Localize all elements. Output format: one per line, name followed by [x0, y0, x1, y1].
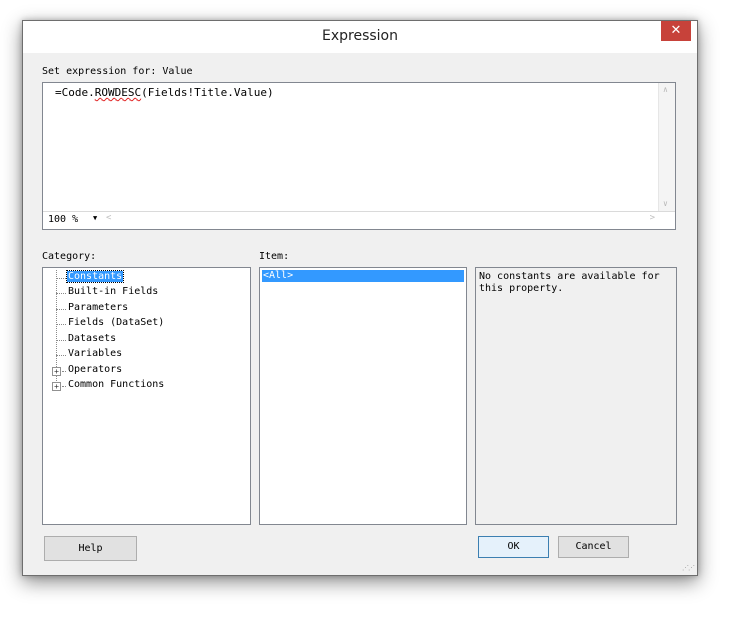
- description-panel: No constants are available for this prop…: [475, 267, 677, 525]
- expression-prefix: =Code.: [55, 86, 95, 99]
- expand-icon[interactable]: +: [52, 367, 61, 376]
- dialog-title: Expression: [322, 28, 398, 44]
- tree-item-variables[interactable]: Variables: [43, 347, 243, 362]
- expression-label: Set expression for: Value: [42, 66, 193, 77]
- cancel-button[interactable]: Cancel: [558, 536, 629, 558]
- tree-item-label: Built-in Fields: [68, 286, 159, 297]
- expand-icon[interactable]: +: [52, 382, 61, 391]
- description-text: No constants are available for this prop…: [479, 271, 660, 294]
- expression-flagged-token: ROWDESC: [94, 86, 142, 99]
- tree-item-common-functions[interactable]: + Common Functions: [43, 378, 243, 393]
- zoom-select[interactable]: 100 % ▼: [45, 213, 103, 227]
- item-list[interactable]: <All>: [259, 267, 467, 525]
- tree-item-parameters[interactable]: Parameters: [43, 301, 243, 316]
- resize-grip-icon[interactable]: ⋰⋰: [682, 564, 695, 572]
- expression-dialog: Expression ✕ Set expression for: Value =…: [22, 20, 698, 576]
- ok-button[interactable]: OK: [478, 536, 549, 558]
- tree-item-datasets[interactable]: Datasets: [43, 332, 243, 347]
- item-label: Item:: [259, 251, 290, 262]
- title-bar[interactable]: Expression ✕: [23, 21, 697, 53]
- close-button[interactable]: ✕: [661, 21, 691, 41]
- tree-item-label: Common Functions: [68, 379, 165, 390]
- scroll-up-icon[interactable]: ∧: [663, 85, 668, 94]
- list-item-all[interactable]: <All>: [262, 270, 464, 282]
- expression-text[interactable]: =Code.ROWDESC(Fields!Title.Value): [55, 86, 274, 99]
- tree-item-label: Parameters: [68, 302, 129, 313]
- scroll-right-icon[interactable]: >: [650, 213, 655, 223]
- help-button[interactable]: Help: [44, 536, 137, 561]
- category-label: Category:: [42, 251, 97, 262]
- vertical-scrollbar[interactable]: ∧ ∨: [658, 83, 675, 213]
- tree-item-built-in-fields[interactable]: Built-in Fields: [43, 285, 243, 300]
- close-icon: ✕: [670, 23, 682, 38]
- expression-editor[interactable]: =Code.ROWDESC(Fields!Title.Value) ∧ ∨ 10…: [42, 82, 676, 230]
- expression-suffix: (Fields!Title.Value): [141, 86, 274, 99]
- editor-status-strip: 100 % ▼ < >: [43, 211, 675, 229]
- category-tree[interactable]: Constants Built-in Fields Parameters Fie…: [42, 267, 251, 525]
- tree-item-label: Fields (DataSet): [68, 317, 165, 328]
- tree-item-constants[interactable]: Constants: [43, 270, 243, 285]
- tree-item-label: Variables: [68, 348, 123, 359]
- tree-item-label: Constants: [65, 270, 125, 283]
- tree-item-fields-dataset[interactable]: Fields (DataSet): [43, 316, 243, 331]
- scroll-down-icon[interactable]: ∨: [663, 199, 668, 208]
- tree-item-label: Operators: [68, 364, 123, 375]
- chevron-down-icon: ▼: [93, 214, 98, 222]
- tree-item-operators[interactable]: + Operators: [43, 363, 243, 378]
- zoom-value: 100 %: [48, 214, 79, 225]
- tree-item-label: Datasets: [68, 333, 117, 344]
- scroll-left-icon[interactable]: <: [106, 213, 111, 223]
